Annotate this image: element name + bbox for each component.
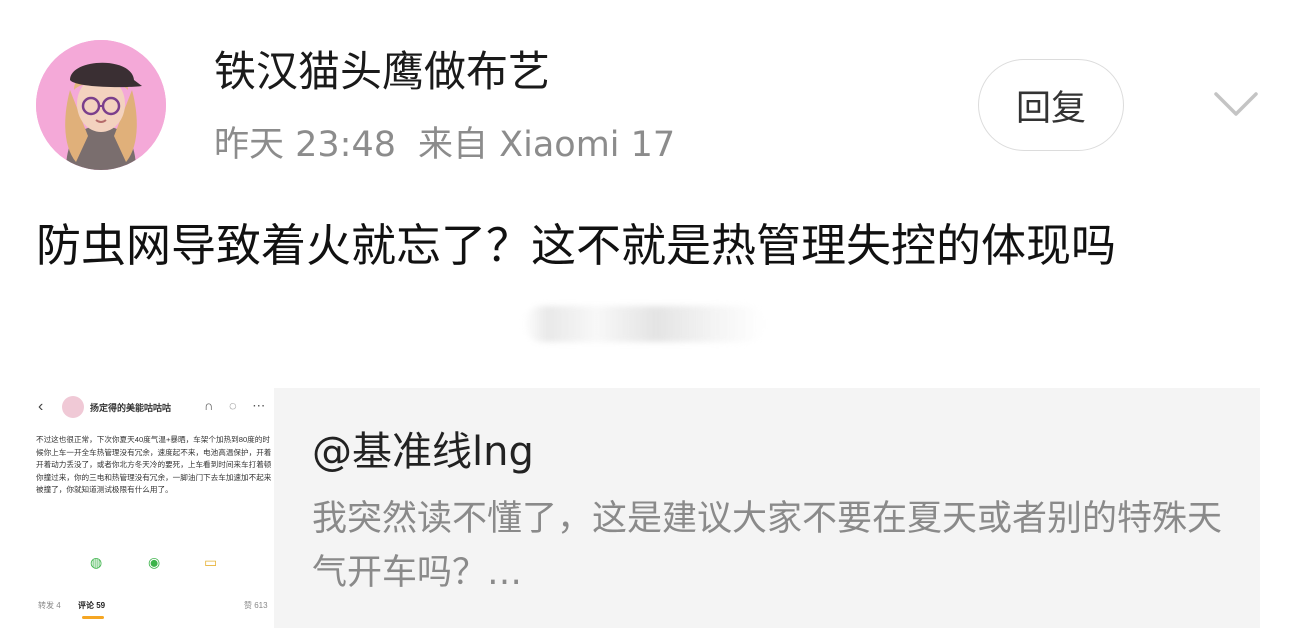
thumbnail-comment-count: 评论 59 (78, 601, 106, 610)
back-icon: ‹ (38, 398, 44, 415)
quoted-author[interactable]: @基准线lng (312, 426, 534, 478)
reply-button[interactable]: 回复 (978, 59, 1124, 151)
thumbnail-header-icons: ∩ ◌ ⋯ (204, 398, 272, 413)
post-time: 昨天 23:48 (214, 125, 396, 165)
thumbnail-avatar (62, 396, 84, 418)
thumbnail-header: ‹ 扬定得的美能咕咕咕 ∩ ◌ ⋯ (36, 394, 274, 422)
user-avatar[interactable] (36, 40, 166, 170)
quoted-text: 我突然读不懂了，这是建议大家不要在夏天或者别的特殊天气开车吗？… (312, 499, 1223, 593)
post-source: 来自 Xiaomi 17 (418, 125, 676, 165)
post-meta: 昨天 23:48 来自 Xiaomi 17 (214, 120, 675, 170)
thumbnail-body-text: 不过这也很正常，下次你夏天40度气温+暴晒，车架个加热到80度的时候你上车一开全… (36, 435, 272, 494)
moments-icon: ◉ (148, 554, 161, 570)
username[interactable]: 铁汉猫头鹰做布艺 (214, 42, 550, 102)
post-content: 防虫网导致着火就忘了？这不就是热管理失控的体现吗 (36, 219, 1117, 272)
active-tab-indicator (82, 616, 104, 619)
thumbnail-username: 扬定得的美能咕咕咕 (90, 403, 172, 413)
thumbnail-repost-count: 转发 4 (38, 601, 61, 610)
quoted-post-card[interactable]: ‹ 扬定得的美能咕咕咕 ∩ ◌ ⋯ 不过这也很正常，下次你夏天40度气温+暴晒，… (36, 388, 1260, 628)
quoted-post-thumbnail[interactable]: ‹ 扬定得的美能咕咕咕 ∩ ◌ ⋯ 不过这也很正常，下次你夏天40度气温+暴晒，… (36, 388, 274, 628)
bookmark-icon: ▭ (204, 554, 218, 570)
thumbnail-like-count: 赞 613 (244, 601, 268, 610)
blurred-region (524, 306, 764, 342)
wechat-icon: ◍ (90, 554, 103, 570)
avatar-illustration (36, 40, 166, 170)
chevron-down-icon[interactable] (1210, 84, 1262, 124)
